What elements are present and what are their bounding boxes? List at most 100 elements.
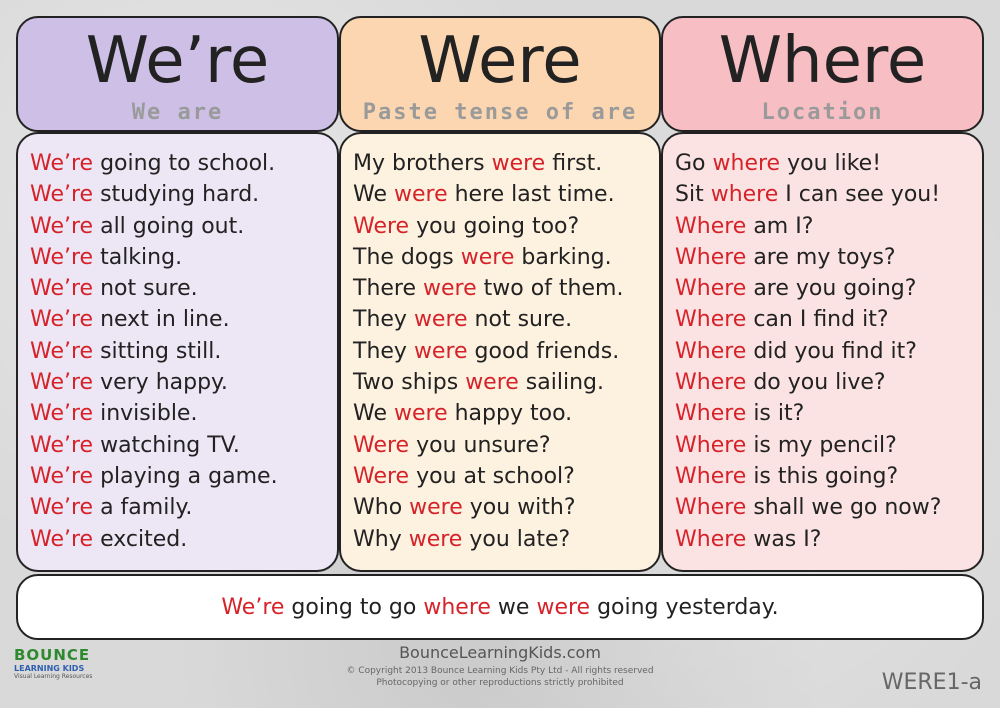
example-sentence: We’re all going out. <box>30 211 337 242</box>
highlighted-word: Where <box>675 526 747 552</box>
example-sentence: We’re excited. <box>30 524 337 555</box>
example-sentence: We’re next in line. <box>30 304 337 335</box>
highlighted-word: were <box>491 151 546 176</box>
sentence-text: Why <box>353 526 409 552</box>
example-sentence: We’re a family. <box>30 492 337 523</box>
sentence-text: Who <box>353 495 410 521</box>
sentence-text: you with? <box>462 495 576 521</box>
sentence-text: invisible. <box>93 401 198 427</box>
sentence-text: is it? <box>746 401 805 427</box>
highlighted-word: were <box>465 370 519 396</box>
sentence-text: excited. <box>93 526 188 552</box>
example-sentence: Why were you late? <box>353 524 659 555</box>
example-sentence: We’re not sure. <box>30 273 337 304</box>
sentence-text: is this going? <box>746 463 899 489</box>
header-were: Were Paste tense of are <box>339 16 661 132</box>
highlighted-word: We’re <box>30 338 94 364</box>
highlighted-word: were <box>413 338 468 364</box>
sentence-text: did you find it? <box>746 338 917 364</box>
highlighted-word: were <box>394 401 448 427</box>
example-sentence: We’re watching TV. <box>30 430 337 461</box>
sentence-text: sitting still. <box>93 338 222 364</box>
column-where-examples: Go where you like! Sit where I can see yo… <box>661 132 984 572</box>
sentence-text: good friends. <box>467 338 620 364</box>
sentence-text: you going too? <box>409 213 580 239</box>
summary-sentence: We’re going to go where we were going ye… <box>16 574 984 640</box>
header-title: Were <box>418 24 582 98</box>
header-where: Where Location <box>661 16 984 132</box>
sentence-text: Sit <box>675 182 711 208</box>
highlighted-word: Where <box>675 276 747 302</box>
example-sentence: We were happy too. <box>353 398 659 429</box>
highlighted-word: Where <box>675 432 747 458</box>
summary-word-1: We’re <box>221 594 285 620</box>
sentence-text: I can see you! <box>778 182 941 208</box>
header-title: Where <box>718 24 927 98</box>
highlighted-word: Were <box>353 213 410 239</box>
summary-word-2: where <box>423 594 491 620</box>
sentence-text: talking. <box>93 244 183 270</box>
sentence-text: are you going? <box>746 276 917 302</box>
highlighted-word: We’re <box>30 432 94 458</box>
summary-text-3: going yesterday. <box>590 594 779 620</box>
highlighted-word: Where <box>675 401 747 427</box>
sentence-text: you like! <box>780 151 882 176</box>
header-subtitle: Location <box>761 100 884 125</box>
example-sentence: They were not sure. <box>353 304 659 335</box>
highlighted-word: where <box>712 151 781 176</box>
sentence-text: am I? <box>746 213 814 239</box>
sentence-text: all going out. <box>93 213 245 239</box>
highlighted-word: were <box>423 276 477 302</box>
example-sentence: Go where you like! <box>675 148 982 179</box>
footer-url: BounceLearningKids.com <box>399 643 601 662</box>
example-sentence: Were you going too? <box>353 211 659 242</box>
highlighted-word: were <box>408 526 463 552</box>
example-sentence: Where is this going? <box>675 461 982 492</box>
example-sentence: Were you at school? <box>353 461 659 492</box>
example-sentence: Sit where I can see you! <box>675 179 982 210</box>
sentence-text: you at school? <box>409 463 575 489</box>
sentence-text: They <box>353 338 414 364</box>
sentence-text: shall we go now? <box>746 495 942 521</box>
sentence-text: There <box>353 276 424 302</box>
column-were-contraction-examples: We’re going to school. We’re studying har… <box>16 132 339 572</box>
sentence-text: are my toys? <box>746 244 896 270</box>
sentence-text: going to school. <box>93 151 276 176</box>
highlighted-word: Were <box>353 463 410 489</box>
highlighted-word: Where <box>675 495 747 521</box>
example-sentence: Where did you find it? <box>675 336 982 367</box>
example-sentence: Where are my toys? <box>675 242 982 273</box>
sentence-text: here last time. <box>447 182 615 208</box>
sentence-text: not sure. <box>467 307 573 333</box>
sentence-text: first. <box>545 151 603 176</box>
header-were-contraction: We’re We are <box>16 16 339 132</box>
product-code: WERE1-a <box>881 670 982 695</box>
example-sentence: Where shall we go now? <box>675 492 982 523</box>
highlighted-word: Where <box>675 307 747 333</box>
sentence-text: next in line. <box>93 307 230 333</box>
header-subtitle: Paste tense of are <box>362 100 638 125</box>
sentence-text: playing a game. <box>93 463 278 489</box>
example-sentence: There were two of them. <box>353 273 659 304</box>
example-sentence: We’re invisible. <box>30 398 337 429</box>
sentence-text: We <box>353 182 394 208</box>
sentence-text: Two ships <box>353 370 466 396</box>
example-sentence: Where can I find it? <box>675 304 982 335</box>
highlighted-word: We’re <box>30 495 94 521</box>
highlighted-word: Where <box>675 463 747 489</box>
sentence-text: you unsure? <box>409 432 551 458</box>
sentence-text: very happy. <box>93 370 228 396</box>
copyright-text: © Copyright 2013 Bounce Learning Kids Pt… <box>346 666 654 676</box>
highlighted-word: We’re <box>30 526 94 552</box>
header-subtitle: We are <box>131 100 224 125</box>
highlighted-word: Were <box>353 432 410 458</box>
reproduction-notice: Photocopying or other reproductions stri… <box>376 678 624 688</box>
example-sentence: Who were you with? <box>353 492 659 523</box>
example-sentence: Were you unsure? <box>353 430 659 461</box>
highlighted-word: We’re <box>30 244 94 270</box>
example-sentence: We’re talking. <box>30 242 337 273</box>
sentence-text: was I? <box>746 526 822 552</box>
example-sentence: Where was I? <box>675 524 982 555</box>
sentence-text: a family. <box>93 495 193 521</box>
sentence-text: you late? <box>462 526 571 552</box>
